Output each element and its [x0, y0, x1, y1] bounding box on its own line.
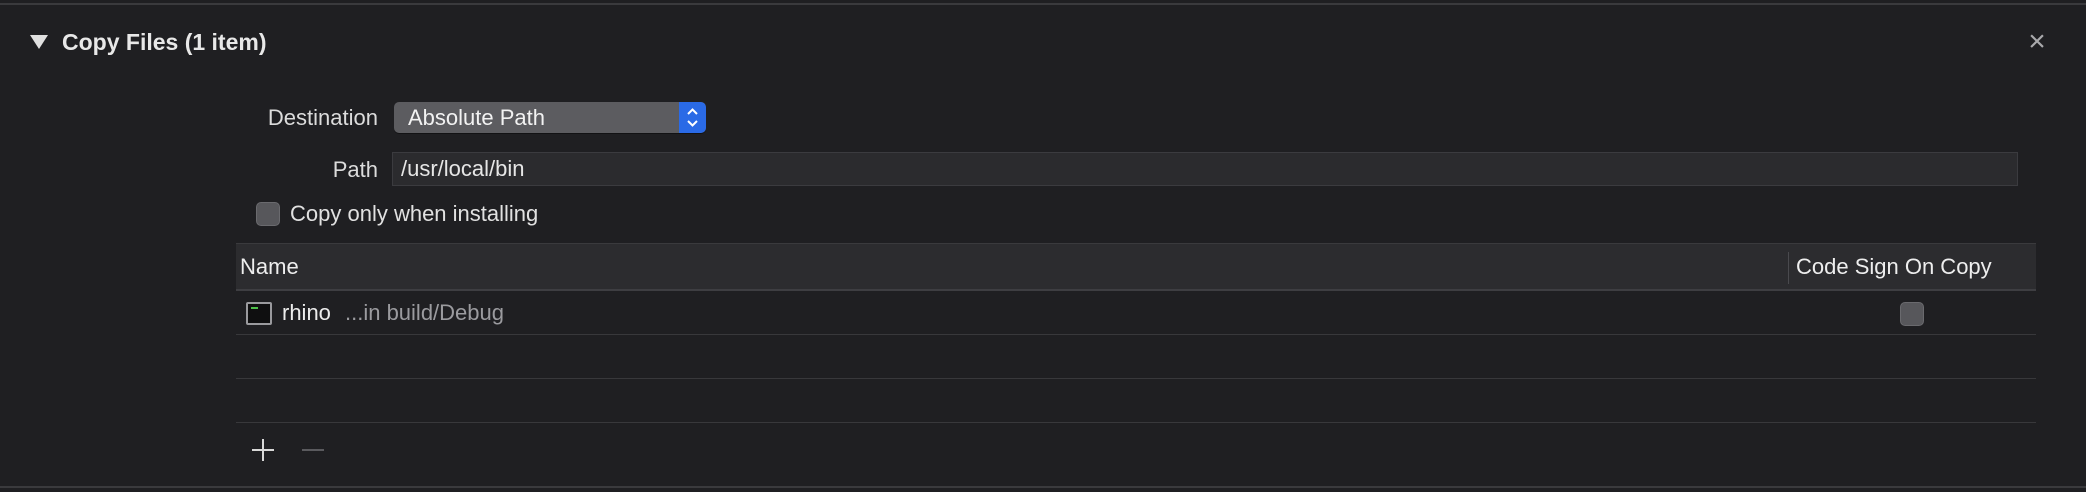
- section-title[interactable]: Copy Files (1 item): [62, 26, 266, 58]
- destination-value: Absolute Path: [408, 105, 545, 130]
- code-sign-on-copy-checkbox[interactable]: [1900, 302, 1924, 326]
- table-row[interactable]: rhino ...in build/Debug: [236, 291, 2036, 335]
- column-header-code-sign[interactable]: Code Sign On Copy: [1796, 244, 1992, 290]
- executable-file-icon: [246, 302, 272, 325]
- file-location: ...in build/Debug: [345, 300, 504, 325]
- destination-popup[interactable]: Absolute Path: [394, 102, 706, 133]
- table-row-empty: [236, 335, 2036, 379]
- files-table: Name Code Sign On Copy rhino ...in build…: [236, 243, 2036, 425]
- top-divider: [0, 3, 2086, 5]
- popup-arrows-icon: [679, 102, 706, 133]
- path-label: Path: [332, 157, 378, 182]
- file-name: rhino: [282, 300, 331, 325]
- add-icon[interactable]: [248, 435, 278, 465]
- copy-only-when-installing-label[interactable]: Copy only when installing: [290, 199, 538, 229]
- table-header: Name Code Sign On Copy: [236, 243, 2036, 291]
- close-icon[interactable]: ×: [2025, 27, 2049, 57]
- table-row-empty: [236, 379, 2036, 423]
- remove-icon[interactable]: [298, 435, 328, 465]
- destination-label: Destination: [267, 105, 378, 130]
- copy-files-build-phase: Copy Files (1 item) × Destination Absolu…: [0, 0, 2086, 492]
- column-header-name[interactable]: Name: [240, 244, 299, 290]
- copy-only-when-installing-checkbox[interactable]: [256, 202, 280, 226]
- path-input[interactable]: [392, 152, 2018, 186]
- disclosure-triangle-icon[interactable]: [28, 32, 50, 52]
- bottom-divider: [0, 486, 2086, 488]
- column-divider[interactable]: [1788, 252, 1789, 284]
